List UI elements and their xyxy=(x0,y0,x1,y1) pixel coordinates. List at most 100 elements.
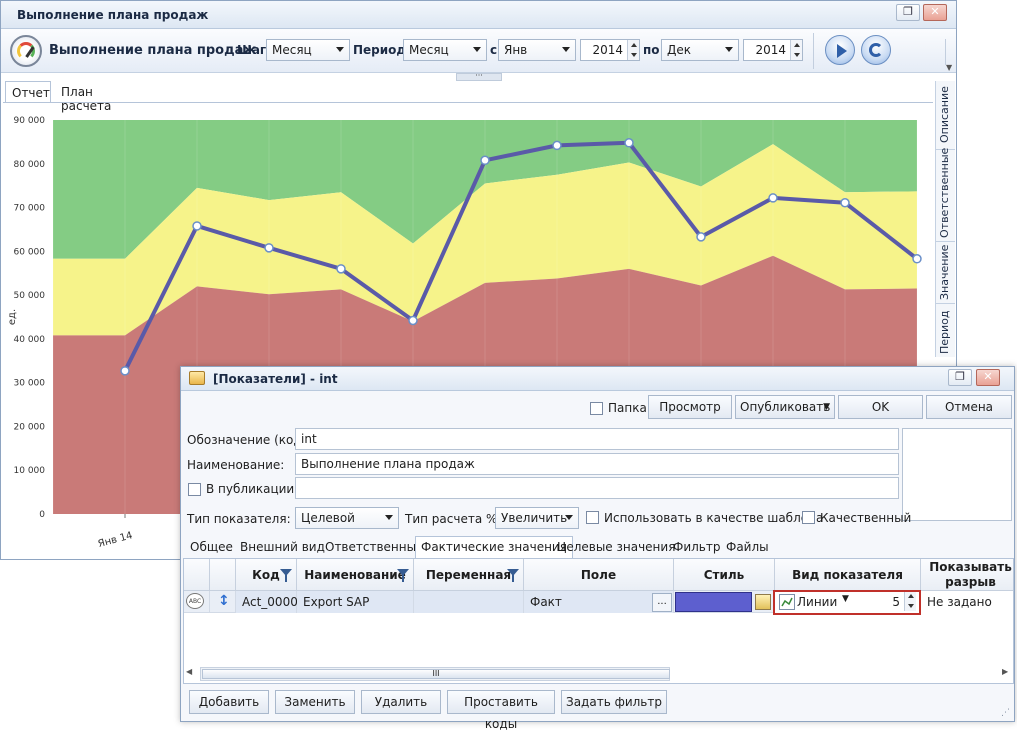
step-value: Месяц xyxy=(272,43,312,57)
refresh-icon xyxy=(869,43,883,57)
tab-actual-values[interactable]: Фактические значения xyxy=(415,536,573,558)
row-variable[interactable] xyxy=(414,591,524,613)
calc-type-value: Увеличить xyxy=(501,511,568,525)
set-filter-button[interactable]: Задать фильтр xyxy=(561,690,667,714)
publish-button[interactable]: Опубликовать ▼ xyxy=(735,395,835,419)
dialog-title: [Показатели] - int xyxy=(213,372,338,386)
data-point xyxy=(552,140,562,151)
grid-header-sort xyxy=(210,559,236,591)
y-tick-label: 60 000 xyxy=(14,247,46,257)
row-code[interactable]: Act_00001 xyxy=(236,591,305,613)
side-tab-value[interactable]: Значение xyxy=(935,241,955,303)
y-tick-label: 10 000 xyxy=(14,466,46,476)
cancel-button[interactable]: Отмена xyxy=(926,395,1012,419)
calc-type-select[interactable]: Увеличить xyxy=(495,507,579,529)
refresh-button[interactable] xyxy=(861,35,891,65)
scroll-right-icon[interactable]: ▶ xyxy=(1002,667,1008,676)
grid-header-field[interactable]: Поле xyxy=(524,559,674,591)
period-select[interactable]: Месяц xyxy=(403,39,487,61)
replace-button[interactable]: Заменить xyxy=(275,690,355,714)
in-publication-checkbox[interactable] xyxy=(188,483,201,496)
tab-filter[interactable]: Фильтр xyxy=(668,537,725,559)
row-gap[interactable]: Не задано xyxy=(921,591,1013,613)
tab-responsible[interactable]: Ответственные xyxy=(320,537,428,559)
quality-checkbox[interactable] xyxy=(802,511,815,524)
period-value: Месяц xyxy=(409,43,449,57)
spin-down-icon[interactable] xyxy=(790,50,802,60)
horizontal-scrollbar[interactable]: III xyxy=(200,667,670,681)
calc-type-label: Тип расчета % : xyxy=(405,512,506,526)
from-year-value: 2014 xyxy=(592,43,623,57)
side-tab-responsible[interactable]: Ответственные xyxy=(935,148,955,241)
from-year-spinner[interactable]: 2014 xyxy=(580,39,640,61)
delete-button[interactable]: Удалить xyxy=(361,690,441,714)
to-label: по xyxy=(643,43,660,57)
grid-header-code[interactable]: Код xyxy=(236,559,297,591)
restore-icon[interactable]: ❐ xyxy=(948,369,972,386)
toolbar-overflow-icon[interactable]: ▼ xyxy=(946,63,952,72)
style-color-swatch[interactable] xyxy=(675,592,752,612)
folder-checkbox[interactable] xyxy=(590,402,603,415)
filter-icon[interactable] xyxy=(397,569,409,582)
code-field[interactable]: int xyxy=(295,428,899,450)
grid-header-gap[interactable]: Показывать разрыв xyxy=(921,559,1013,591)
to-year-spinner[interactable]: 2014 xyxy=(743,39,803,61)
from-label: с xyxy=(490,43,498,57)
resize-grip-icon[interactable]: ⋰ xyxy=(1001,708,1010,718)
y-tick-label: 30 000 xyxy=(14,379,46,389)
style-edit-icon[interactable] xyxy=(755,594,771,610)
ok-button[interactable]: OK xyxy=(838,395,923,419)
tab-files[interactable]: Файлы xyxy=(721,537,774,559)
report-title: Выполнение плана продаж xyxy=(49,43,257,58)
name-field[interactable]: Выполнение плана продаж xyxy=(295,453,899,475)
indicator-type-label: Тип показателя: xyxy=(187,512,291,526)
grid-header-variable-label: Переменная xyxy=(425,568,512,582)
scroll-left-icon[interactable]: ◀ xyxy=(186,667,192,676)
tab-general[interactable]: Общее xyxy=(185,537,238,559)
to-month-select[interactable]: Дек xyxy=(661,39,739,61)
chevron-down-icon xyxy=(565,515,573,520)
image-preview[interactable] xyxy=(902,428,1012,521)
tab-calc-plan[interactable]: План расчета xyxy=(55,81,145,113)
publication-field[interactable] xyxy=(295,477,899,499)
assign-codes-button[interactable]: Проставить коды xyxy=(447,690,555,731)
close-icon[interactable]: ✕ xyxy=(923,4,947,21)
template-checkbox[interactable] xyxy=(586,511,599,524)
play-button[interactable] xyxy=(825,35,855,65)
indicator-type-value: Целевой xyxy=(301,511,355,525)
tab-target-values[interactable]: Целевые значения xyxy=(552,537,680,559)
from-month-select[interactable]: Янв xyxy=(498,39,576,61)
filter-icon[interactable] xyxy=(280,569,292,582)
y-tick-label: 20 000 xyxy=(14,422,46,432)
preview-button[interactable]: Просмотр xyxy=(648,395,732,419)
tab-appearance[interactable]: Внешний вид xyxy=(235,537,330,559)
indicator-type-select[interactable]: Целевой xyxy=(295,507,399,529)
field-ellipsis-button[interactable]: ... xyxy=(652,593,672,612)
grid-header-variable[interactable]: Переменная xyxy=(414,559,524,591)
add-button[interactable]: Добавить xyxy=(189,690,269,714)
grid-header-style[interactable]: Стиль xyxy=(674,559,775,591)
main-window-title: Выполнение плана продаж xyxy=(17,8,209,22)
side-tab-description-label: Описание xyxy=(938,86,951,143)
close-icon[interactable]: ✕ xyxy=(976,369,1000,386)
grid-header-indicator xyxy=(184,559,210,591)
data-point xyxy=(912,254,922,264)
reorder-icon[interactable]: ↕ xyxy=(210,591,236,613)
filter-icon[interactable] xyxy=(507,569,519,582)
data-point xyxy=(696,232,706,242)
main-window-titlebar: Выполнение плана продаж ❐ ✕ xyxy=(1,1,956,29)
spin-up-icon[interactable] xyxy=(627,40,639,50)
row-type-icon: ABC xyxy=(184,591,210,613)
tab-report[interactable]: Отчет xyxy=(5,81,51,103)
scrollbar-thumb[interactable]: III xyxy=(202,669,670,679)
spin-up-icon[interactable] xyxy=(790,40,802,50)
side-tab-period[interactable]: Период xyxy=(935,303,955,357)
restore-icon[interactable]: ❐ xyxy=(896,4,920,21)
step-select[interactable]: Месяц xyxy=(266,39,350,61)
splitter-grip[interactable]: ··· xyxy=(456,72,502,81)
spin-down-icon[interactable] xyxy=(627,50,639,60)
side-tab-description[interactable]: Описание xyxy=(935,81,955,149)
grid-header-name[interactable]: Наименование xyxy=(297,559,414,591)
grid-header-view[interactable]: Вид показателя xyxy=(775,559,921,591)
row-name[interactable]: Export SAP xyxy=(297,591,414,613)
